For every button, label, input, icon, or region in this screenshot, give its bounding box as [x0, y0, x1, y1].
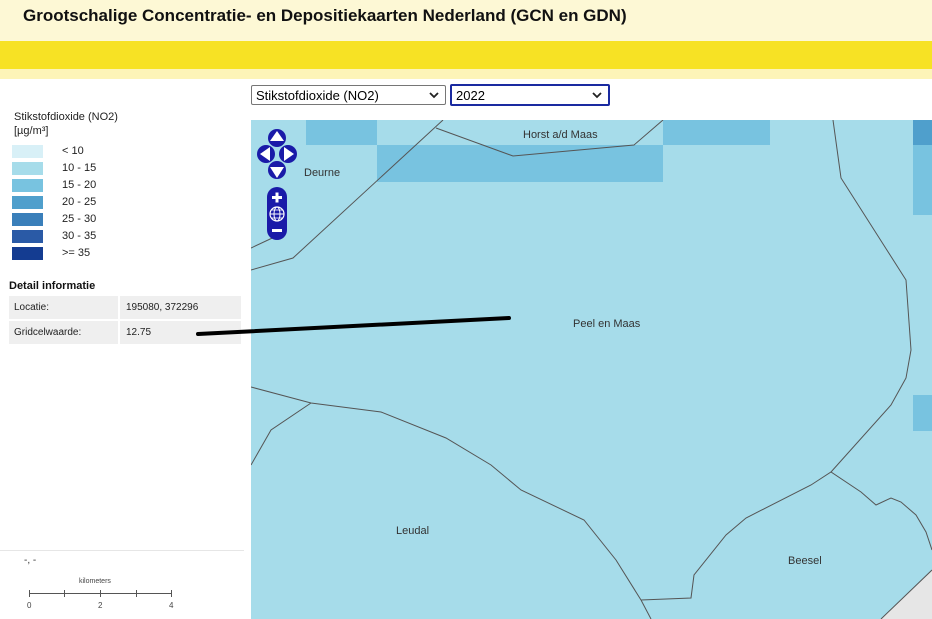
map-canvas[interactable] — [251, 120, 932, 619]
app-header: Grootschalige Concentratie- en Depositie… — [0, 0, 932, 41]
scalebar-tick — [64, 590, 65, 597]
legend-swatch — [12, 179, 43, 192]
legend-label: >= 35 — [62, 247, 91, 259]
scalebar-tick — [100, 590, 101, 597]
sidebar-divider — [0, 550, 244, 551]
legend-swatch — [12, 247, 43, 260]
legend-swatch — [12, 196, 43, 209]
legend-item: 20 - 25 — [12, 196, 132, 209]
legend-swatch — [12, 162, 43, 175]
boundary-line — [251, 386, 642, 601]
year-select-value: 2022 — [456, 87, 485, 103]
component-select-value: Stikstofdioxide (NO2) — [256, 87, 379, 103]
legend-item: < 10 — [12, 145, 132, 158]
pan-up-icon[interactable] — [268, 129, 286, 147]
app-title: Grootschalige Concentratie- en Depositie… — [23, 6, 627, 25]
place-label: Beesel — [788, 555, 822, 567]
legend-title-unit: [µg/m³] — [14, 125, 49, 137]
detail-value: 195080, 372296 — [120, 296, 241, 319]
legend-item: 10 - 15 — [12, 162, 132, 175]
scalebar-tick — [136, 590, 137, 597]
grid-cell — [306, 120, 377, 145]
place-label: Horst a/d Maas — [523, 129, 598, 141]
scalebar-label: 0 — [27, 601, 32, 610]
detail-row-gridcell: Gridcelwaarde: 12.75 — [9, 321, 241, 344]
legend-swatch — [12, 213, 43, 226]
boundary-line — [251, 402, 312, 466]
scalebar-label: 4 — [169, 601, 174, 610]
grid-cell — [913, 395, 932, 431]
legend-item: 30 - 35 — [12, 230, 132, 243]
legend-swatch — [12, 230, 43, 243]
component-select[interactable]: Stikstofdioxide (NO2) — [251, 85, 446, 105]
detail-value: 12.75 — [120, 321, 241, 344]
map-viewport[interactable]: Horst a/d Maas Deurne Peel en Maas Leuda… — [251, 120, 932, 619]
scalebar-tick — [29, 590, 30, 597]
pan-down-icon[interactable] — [268, 161, 286, 179]
mouse-coordinates: -, - — [24, 555, 37, 566]
chevron-down-icon — [429, 92, 439, 99]
sidebar: Stikstofdioxide (NO2) [µg/m³] < 10 10 - … — [0, 108, 244, 619]
header-band — [0, 41, 932, 69]
legend-title-component: Stikstofdioxide (NO2) — [14, 111, 118, 123]
scalebar-unit: kilometers — [79, 578, 111, 585]
legend-label: 20 - 25 — [62, 196, 97, 208]
zoom-out-icon[interactable] — [272, 229, 282, 232]
place-label: Peel en Maas — [573, 318, 641, 330]
legend-item: >= 35 — [12, 247, 132, 260]
legend-swatch — [12, 145, 43, 158]
legend-item: 25 - 30 — [12, 213, 132, 226]
legend-label: 30 - 35 — [62, 230, 97, 242]
map-navigation — [257, 128, 297, 243]
pan-left-icon[interactable] — [257, 145, 275, 163]
boundary-line — [640, 599, 652, 619]
grid-cell — [913, 145, 932, 215]
legend-title: Stikstofdioxide (NO2) [µg/m³] — [14, 110, 118, 138]
year-select[interactable]: 2022 — [450, 84, 610, 106]
place-label: Deurne — [304, 167, 341, 179]
place-label: Leudal — [396, 525, 430, 537]
grid-cell — [663, 120, 770, 145]
detail-table: Locatie: 195080, 372296 Gridcelwaarde: 1… — [9, 296, 241, 346]
header-strip — [0, 69, 932, 79]
grid-cell — [913, 120, 932, 145]
detail-key: Locatie: — [9, 296, 118, 319]
legend-label: 15 - 20 — [62, 179, 97, 191]
detail-row-location: Locatie: 195080, 372296 — [9, 296, 241, 319]
legend-label: 10 - 15 — [62, 162, 97, 174]
detail-title: Detail informatie — [9, 280, 96, 292]
legend-label: < 10 — [62, 145, 84, 157]
legend-item: 15 - 20 — [12, 179, 132, 192]
legend-label: 25 - 30 — [62, 213, 97, 225]
detail-key: Gridcelwaarde: — [9, 321, 118, 344]
scalebar-tick — [171, 590, 172, 597]
pan-right-icon[interactable] — [279, 145, 297, 163]
scalebar-label: 2 — [98, 601, 103, 610]
grid-cell — [377, 145, 663, 182]
boundary-line — [830, 120, 912, 473]
boundary-line — [640, 471, 932, 601]
chevron-down-icon — [592, 92, 602, 99]
